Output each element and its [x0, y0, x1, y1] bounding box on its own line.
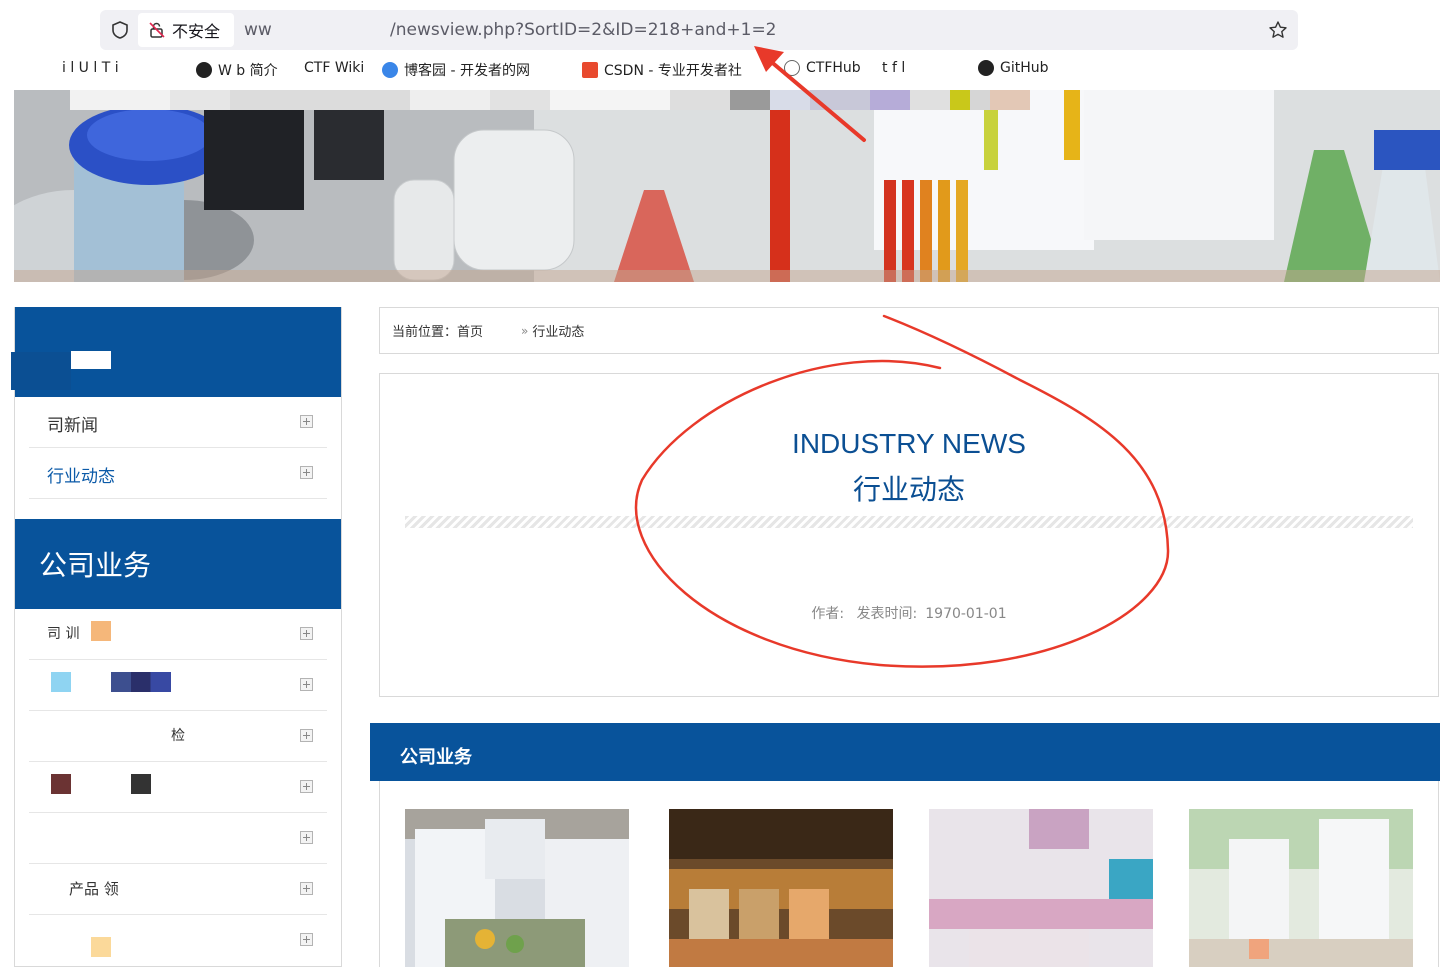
business-section-header: 公司业务: [370, 723, 1440, 781]
security-indicator[interactable]: 不安全: [138, 13, 234, 47]
lab-photo-image: [669, 809, 893, 967]
article-meta: 作者: 发表时间: 1970-01-01: [380, 603, 1438, 623]
github-icon: [978, 60, 994, 76]
hatched-divider: [405, 516, 1413, 528]
url-path-text[interactable]: /newsview.php?SortID=2&ID=218+and+1=2: [390, 20, 777, 40]
expand-plus-icon[interactable]: [300, 780, 313, 793]
sidebar-item-business[interactable]: [29, 660, 327, 711]
broken-lock-icon: [149, 22, 165, 38]
expand-plus-icon[interactable]: [300, 466, 313, 479]
sidebar: 司新闻 行业动态 公司业务 司 训 检 产品 领: [11, 307, 342, 967]
sidebar-item-business[interactable]: 检: [29, 711, 327, 762]
bookmark-star-icon[interactable]: [1268, 20, 1288, 40]
bookmark-item[interactable]: i l U l T i: [62, 60, 119, 76]
sidebar-item-business[interactable]: 司 训: [29, 609, 327, 660]
bookmark-item[interactable]: 博客园 - 开发者的网: [382, 60, 530, 80]
shield-icon[interactable]: [110, 20, 130, 40]
sidebar-header-news: [11, 307, 341, 397]
article-panel: INDUSTRY NEWS 行业动态 作者: 发表时间: 1970-01-01: [379, 373, 1439, 697]
site-icon: [582, 62, 598, 78]
browser-toolbar: 不安全 ww /newsview.php?SortID=2&ID=218+and…: [0, 0, 1440, 58]
sidebar-item-label: 司 训: [47, 626, 80, 642]
article-title-en: INDUSTRY NEWS: [792, 428, 1026, 459]
expand-plus-icon[interactable]: [300, 882, 313, 895]
business-gallery: [379, 781, 1439, 967]
author-label: 作者:: [811, 606, 845, 622]
bookmark-item[interactable]: CTF Wiki: [304, 60, 364, 76]
expand-plus-icon[interactable]: [300, 933, 313, 946]
breadcrumb-prefix: 当前位置：: [392, 325, 458, 340]
sidebar-item-label: 产品 领: [69, 880, 119, 898]
expand-plus-icon[interactable]: [300, 831, 313, 844]
site-icon: [382, 62, 398, 78]
sidebar-item-business[interactable]: [29, 915, 327, 966]
sidebar-item-business[interactable]: [29, 762, 327, 813]
business-section-title: 公司业务: [400, 747, 472, 768]
lab-photo-image: [1189, 809, 1413, 967]
sidebar-section-title: 公司业务: [39, 549, 152, 582]
sidebar-item-label: 检: [171, 728, 185, 744]
url-host-text[interactable]: ww: [244, 20, 272, 40]
lab-photo-image: [929, 809, 1153, 967]
breadcrumb-home-link[interactable]: 首页: [457, 321, 483, 340]
sidebar-item-business[interactable]: 产品 领: [29, 864, 327, 915]
header-banner: [14, 90, 1440, 282]
sidebar-item-label: 行业动态: [47, 467, 115, 487]
bookmarks-bar: i l U l T i W b 简介 CTF Wiki 博客园 - 开发者的网 …: [0, 58, 1440, 90]
sidebar-item-business[interactable]: [29, 813, 327, 864]
bookmark-item[interactable]: GitHub: [978, 60, 1049, 76]
breadcrumb-separator: »: [521, 323, 529, 338]
lab-banner-image: [14, 90, 1440, 282]
sidebar-item-industry-news[interactable]: 行业动态: [29, 448, 327, 499]
bookmark-item[interactable]: t f l: [882, 60, 905, 76]
expand-plus-icon[interactable]: [300, 729, 313, 742]
breadcrumb: 当前位置： 首页 » 行业动态: [379, 307, 1439, 354]
expand-plus-icon[interactable]: [300, 678, 313, 691]
date-label: 发表时间:: [856, 606, 918, 622]
business-thumbnail[interactable]: [669, 809, 893, 967]
lab-photo-image: [405, 809, 629, 967]
site-icon: [784, 60, 800, 76]
insecure-label: 不安全: [172, 22, 221, 41]
business-thumbnail[interactable]: [405, 809, 629, 967]
site-icon: [196, 62, 212, 78]
expand-plus-icon[interactable]: [300, 415, 313, 428]
bookmark-item[interactable]: CTFHub: [784, 60, 861, 76]
pixelated-overlay: [70, 90, 1070, 110]
expand-plus-icon[interactable]: [300, 627, 313, 640]
bookmark-item[interactable]: CSDN - 专业开发者社: [582, 60, 742, 80]
article-title-cn: 行业动态: [852, 473, 965, 506]
bookmark-item[interactable]: W b 简介: [196, 60, 278, 80]
sidebar-item-company-news[interactable]: 司新闻: [29, 397, 327, 448]
sidebar-header-business: 公司业务: [15, 519, 341, 609]
redacted-title: [71, 351, 111, 369]
sidebar-item-label: 司新闻: [47, 416, 98, 436]
address-bar[interactable]: 不安全 ww /newsview.php?SortID=2&ID=218+and…: [100, 10, 1298, 50]
breadcrumb-current[interactable]: 行业动态: [532, 321, 584, 340]
publish-date: 1970-01-01: [925, 606, 1007, 622]
business-thumbnail[interactable]: [929, 809, 1153, 967]
business-thumbnail[interactable]: [1189, 809, 1413, 967]
